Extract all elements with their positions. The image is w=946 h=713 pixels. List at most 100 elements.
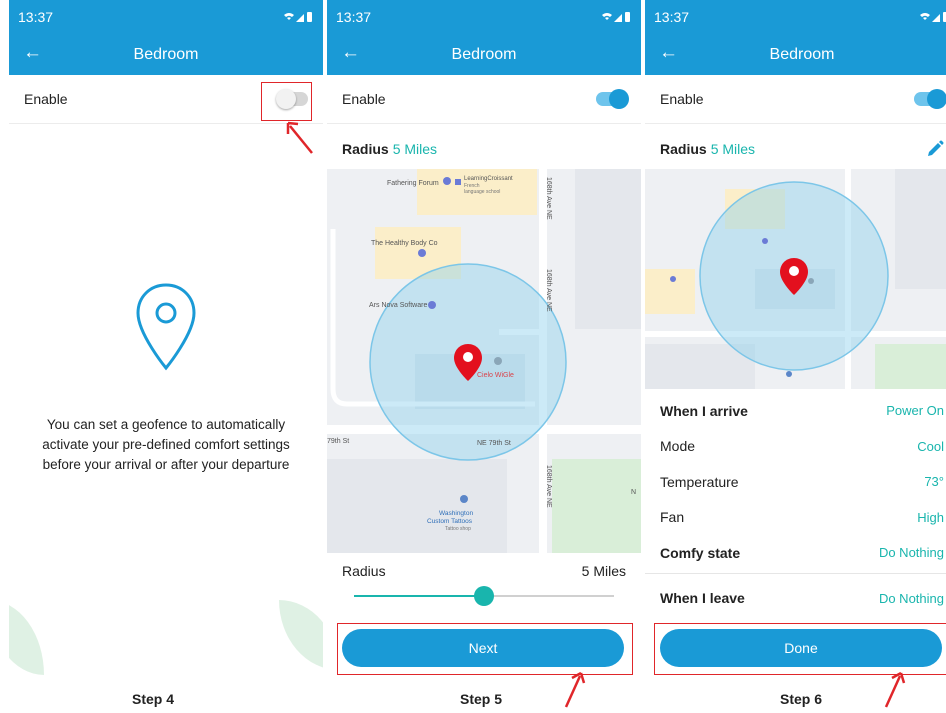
enable-toggle-highlight <box>261 82 312 121</box>
radius-slider[interactable] <box>354 586 614 606</box>
annotation-arrow-icon <box>564 671 586 708</box>
setting-key: Mode <box>660 438 696 455</box>
phone-screen-step-6: 13:37 ← Bedroom Enable Radius 5 Miles Wh… <box>645 0 946 682</box>
toggle-knob <box>927 89 946 109</box>
setting-value: 73° <box>924 474 944 490</box>
map-label-168th-ave-3: 168th Ave NE <box>545 465 552 508</box>
map-label-custom-tattoos: Custom Tattoos <box>427 518 473 525</box>
map-label-n: N <box>631 489 636 496</box>
map-canvas <box>645 169 946 389</box>
radius-value: 5 Miles <box>392 140 438 157</box>
page-title: Bedroom <box>133 45 199 63</box>
geofence-map[interactable]: Fathering Forum LearningCroissant French… <box>327 169 641 553</box>
setting-key: Fan <box>660 509 685 526</box>
setting-value: Do Nothing <box>878 590 944 606</box>
step-label-5: Step 5 <box>459 691 502 707</box>
radius-row: Radius 5 Miles <box>327 124 641 173</box>
radius-heading: Radius 5 Miles <box>660 141 755 157</box>
setting-key: When I arrive <box>660 402 748 419</box>
radius-heading: Radius 5 Miles <box>342 141 437 157</box>
setting-value: Do Nothing <box>878 545 944 561</box>
enable-label: Enable <box>24 91 68 107</box>
enable-row: Enable <box>327 75 641 124</box>
setting-value: Cool <box>917 438 944 454</box>
toggle-knob <box>609 89 629 109</box>
map-label-ne-79th-st: NE 79th St <box>477 440 511 447</box>
status-time: 13:37 <box>654 9 690 25</box>
setting-key: Comfy state <box>660 544 741 561</box>
wifi-signal-battery-icon <box>602 12 630 22</box>
back-arrow-icon[interactable]: ← <box>341 40 360 66</box>
radius-value: 5 Miles <box>710 140 756 157</box>
wifi-signal-battery-icon <box>920 12 946 22</box>
phone-screen-step-5: 13:37 ← Bedroom Enable Radius 5 Miles Fa… <box>327 0 641 682</box>
enable-toggle[interactable] <box>914 89 946 109</box>
enable-toggle[interactable] <box>596 89 629 109</box>
when-i-leave-row[interactable]: When I leave Do Nothing <box>645 581 946 617</box>
step-label-6: Step 6 <box>779 691 822 707</box>
app-bar: ← Bedroom <box>645 34 946 75</box>
annotation-arrow-icon <box>286 121 313 154</box>
map-label-learning-croissant: LearningCroissant <box>464 176 513 182</box>
leaf-decoration-right <box>279 600 323 670</box>
map-label-learning-croissant-sub2: language school <box>464 189 500 195</box>
setting-key: When I leave <box>660 590 745 607</box>
setting-row[interactable]: When I arrive Power On <box>645 393 946 429</box>
slider-fill <box>354 595 484 597</box>
status-bar: 13:37 <box>327 0 641 34</box>
status-bar: 13:37 <box>9 0 323 34</box>
geofence-map[interactable] <box>645 169 946 389</box>
location-pin-icon <box>136 283 196 371</box>
enable-label: Enable <box>342 91 386 107</box>
status-time: 13:37 <box>18 9 54 25</box>
status-icons <box>601 11 631 23</box>
setting-value: Power On <box>886 403 944 419</box>
map-label-168th-ave: 168th Ave NE <box>545 177 552 220</box>
radius-row: Radius 5 Miles <box>645 124 946 173</box>
settings-divider <box>645 572 946 581</box>
page-title: Bedroom <box>769 45 835 63</box>
settings-list: When I arrive Power On Mode Cool Temperature… <box>645 393 946 616</box>
map-label-fathering-forum: Fathering Forum <box>387 180 439 187</box>
map-label-tattoo-shop: Tattoo shop <box>445 526 471 532</box>
wifi-signal-battery-icon <box>284 12 312 22</box>
map-label-cielo: Cielo WiGle <box>477 372 514 379</box>
leaf-decoration-left <box>9 600 44 675</box>
map-label-healthy-body: The Healthy Body Co <box>371 240 438 247</box>
radius-slider-area: Radius 5 Miles <box>327 553 641 613</box>
setting-row[interactable]: Mode Cool <box>645 429 946 465</box>
slider-value: 5 Miles <box>581 563 626 579</box>
done-button-highlight <box>654 623 946 675</box>
status-bar: 13:37 <box>645 0 946 34</box>
app-bar: ← Bedroom <box>327 34 641 75</box>
map-canvas: Fathering Forum LearningCroissant French… <box>327 169 641 553</box>
annotation-arrow-icon <box>884 671 906 708</box>
setting-row[interactable]: Temperature 73° <box>645 464 946 500</box>
slider-labels: Radius 5 Miles <box>327 563 641 579</box>
setting-key: Temperature <box>660 473 739 490</box>
slider-thumb[interactable] <box>474 586 494 606</box>
status-time: 13:37 <box>336 9 372 25</box>
setting-row[interactable]: Comfy state Do Nothing <box>645 535 946 571</box>
page-title: Bedroom <box>451 45 517 63</box>
enable-row: Enable <box>645 75 946 124</box>
app-bar: ← Bedroom <box>9 34 323 75</box>
slider-label: Radius <box>342 563 386 579</box>
map-label-ars-nova: Ars Nova Software <box>369 302 427 309</box>
status-icons <box>919 11 946 23</box>
map-label-79th-st-left: 79th St <box>327 438 349 445</box>
next-button-highlight <box>337 623 633 675</box>
geofence-description: You can set a geofence to automatically … <box>42 417 290 472</box>
radius-label: Radius <box>342 140 389 157</box>
back-arrow-icon[interactable]: ← <box>659 40 678 66</box>
status-icons <box>283 11 313 23</box>
setting-value: High <box>917 509 944 525</box>
map-label-washington: Washington <box>439 510 473 517</box>
step-label-4: Step 4 <box>131 691 174 707</box>
enable-label: Enable <box>660 91 704 107</box>
map-label-168th-ave-2: 168th Ave NE <box>545 269 552 312</box>
setting-row[interactable]: Fan High <box>645 500 946 536</box>
radius-label: Radius <box>660 140 707 157</box>
pencil-icon[interactable] <box>926 140 944 158</box>
back-arrow-icon[interactable]: ← <box>23 40 42 66</box>
